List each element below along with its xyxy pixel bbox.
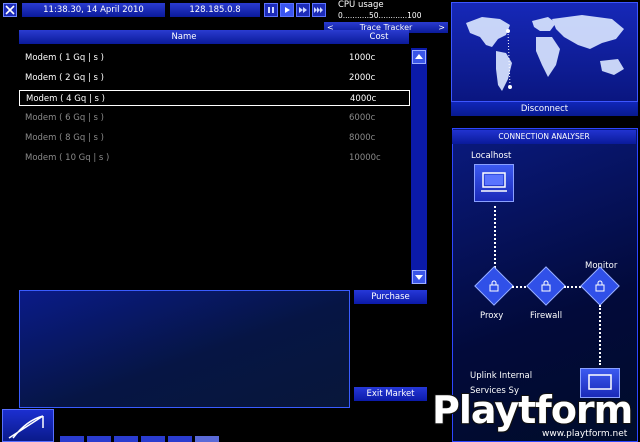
- trace-right-icon[interactable]: >: [438, 22, 445, 33]
- localhost-node[interactable]: [474, 164, 514, 202]
- taskbar-button[interactable]: [168, 436, 192, 442]
- localhost-label: Localhost: [471, 151, 512, 161]
- market-row-selected[interactable]: Modem ( 4 Gq | s ) 4000c: [19, 90, 410, 106]
- connection-analyser-title: CONNECTION ANALYSER: [452, 130, 636, 144]
- computer-icon: [481, 172, 507, 192]
- disconnect-button[interactable]: Disconnect: [451, 102, 638, 116]
- lock-icon: [540, 280, 552, 292]
- market-row[interactable]: Modem ( 8 Gq | s ) 8000c: [19, 130, 410, 146]
- taskbar-button[interactable]: [114, 436, 138, 442]
- exit-market-button[interactable]: Exit Market: [354, 387, 427, 401]
- market-row[interactable]: Modem ( 10 Gq | s ) 10000c: [19, 150, 410, 166]
- row-name: Modem ( 6 Gq | s ): [25, 113, 104, 123]
- fastest-forward-icon[interactable]: [312, 3, 326, 17]
- world-map-icon: [466, 15, 624, 91]
- row-name: Modem ( 10 Gq | s ): [25, 153, 110, 163]
- cpu-usage-scale: 0...........50............100: [338, 11, 422, 20]
- watermark-brand: Playtform: [431, 387, 634, 433]
- market-row[interactable]: Modem ( 2 Gq | s ) 2000c: [19, 70, 410, 86]
- column-header-cost: Cost: [349, 30, 409, 44]
- row-cost: 10000c: [349, 153, 381, 163]
- lock-icon: [594, 280, 606, 292]
- row-cost: 6000c: [349, 113, 376, 123]
- row-cost: 4000c: [350, 94, 377, 104]
- row-name: Modem ( 8 Gq | s ): [25, 133, 104, 143]
- row-cost: 2000c: [349, 73, 376, 83]
- home-icon[interactable]: [2, 409, 54, 442]
- row-name: Modem ( 1 Gq | s ): [25, 53, 104, 63]
- taskbar-button[interactable]: [141, 436, 165, 442]
- play-icon[interactable]: [280, 3, 294, 17]
- world-map[interactable]: [451, 2, 638, 102]
- connection-line: [599, 305, 601, 365]
- row-name: Modem ( 2 Gq | s ): [25, 73, 104, 83]
- proxy-label: Proxy: [480, 311, 504, 321]
- row-name: Modem ( 4 Gq | s ): [26, 94, 105, 104]
- market-row[interactable]: Modem ( 6 Gq | s ) 6000c: [19, 110, 410, 126]
- lock-icon: [488, 280, 500, 292]
- close-icon[interactable]: [3, 3, 17, 17]
- row-cost: 1000c: [349, 53, 376, 63]
- taskbar-button[interactable]: [195, 436, 219, 442]
- firewall-label: Firewall: [530, 311, 563, 321]
- fast-forward-icon[interactable]: [296, 3, 310, 17]
- watermark-url: www.playtform.net: [542, 429, 628, 439]
- pause-icon[interactable]: [264, 3, 278, 17]
- uplink-label: Uplink Internal: [470, 371, 533, 381]
- cpu-usage-label: CPU usage: [338, 0, 384, 10]
- market-row[interactable]: Modem ( 1 Gq | s ) 1000c: [19, 50, 410, 66]
- purchase-button[interactable]: Purchase: [354, 290, 427, 304]
- column-header-name: Name: [19, 30, 349, 44]
- ip-address-display: 128.185.0.8: [170, 3, 260, 17]
- playtform-watermark: Playtform www.playtform.net: [430, 387, 640, 442]
- row-cost: 8000c: [349, 133, 376, 143]
- connection-line: [494, 206, 496, 272]
- taskbar-button[interactable]: [87, 436, 111, 442]
- scroll-down-icon[interactable]: [412, 270, 426, 284]
- datetime-display: 11:38.30, 14 April 2010: [22, 3, 165, 17]
- taskbar-button[interactable]: [60, 436, 84, 442]
- scrollbar-track[interactable]: [411, 48, 427, 284]
- scroll-up-icon[interactable]: [412, 50, 426, 64]
- item-description-panel: [19, 290, 350, 408]
